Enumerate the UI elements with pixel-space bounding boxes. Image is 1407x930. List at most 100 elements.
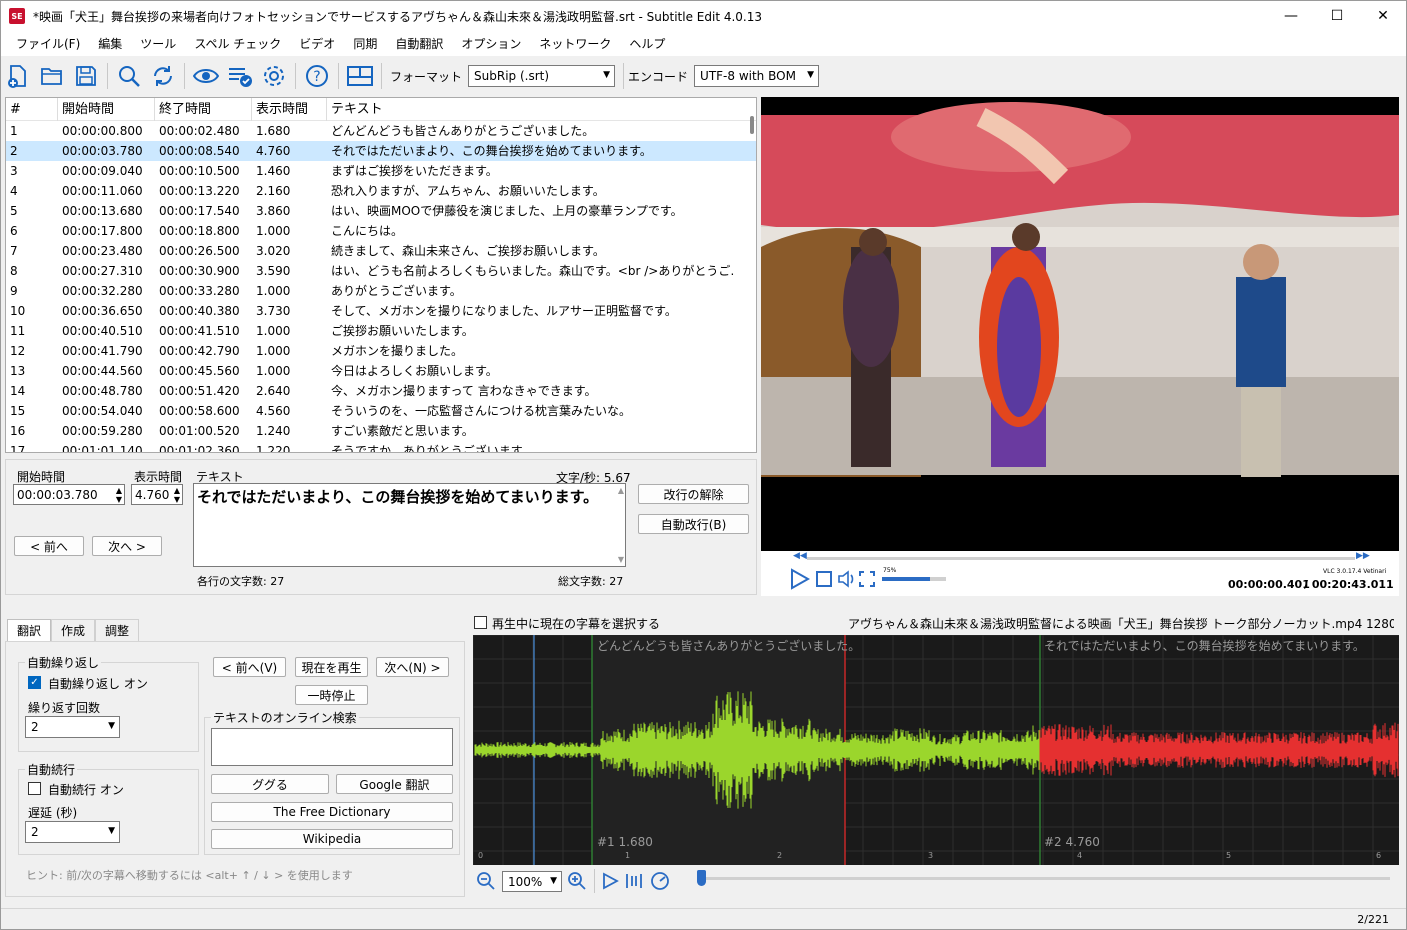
settings-icon[interactable] [261,63,287,89]
new-file-icon[interactable] [5,63,31,89]
auto-repeat-checkbox-label[interactable]: 自動繰り返し オン [48,675,148,692]
waveform-position-track[interactable] [697,877,1390,880]
menu-sync[interactable]: 同期 [344,35,386,52]
zoom-select[interactable]: 100% ▼ [502,871,562,892]
delay-select[interactable]: 2 ▼ [25,821,120,843]
open-folder-icon[interactable] [39,63,65,89]
scroll-up-icon[interactable]: ▲ [618,486,624,495]
volume-slider[interactable] [882,577,946,581]
visual-sync-icon[interactable] [193,63,219,89]
layout-icon[interactable] [347,63,373,89]
seek-back-icon[interactable]: ◀◀ [793,551,807,561]
table-row[interactable]: 16 00:00:59.280 00:01:00.520 1.240 すごい素敵だと思い… [6,421,756,441]
maximize-button[interactable]: ☐ [1314,1,1360,31]
search-icon[interactable] [116,63,142,89]
table-row[interactable]: 4 00:00:11.060 00:00:13.220 2.160 恐れ入りますが、アム… [6,181,756,201]
close-button[interactable]: ✕ [1360,1,1406,31]
audio-waveform[interactable]: どんどんどうも皆さんありがとうございました。 それではただいまより、この舞台挨拶… [473,635,1399,865]
column-header-end[interactable]: 終了時間 [155,98,252,121]
help-icon[interactable]: ? [304,63,330,89]
grid-scrollbar-thumb[interactable] [750,116,754,134]
speed-icon[interactable] [650,871,670,894]
translate-prev-button[interactable]: < 前へ(V) [213,657,286,677]
menu-options[interactable]: オプション [452,35,530,52]
table-row[interactable]: 5 00:00:13.680 00:00:17.540 3.860 はい、映画MOOで伊… [6,201,756,221]
prev-button[interactable]: < 前へ [14,536,84,556]
table-row[interactable]: 9 00:00:32.280 00:00:33.280 1.000 ありがとうございます… [6,281,756,301]
column-header-text[interactable]: テキスト [327,98,735,121]
fullscreen-icon[interactable] [859,571,875,590]
table-row[interactable]: 2 00:00:03.780 00:00:08.540 4.760 それではただいまより… [6,141,756,161]
table-row[interactable]: 12 00:00:41.790 00:00:42.790 1.000 メガホンを撮りまし… [6,341,756,361]
stop-icon[interactable] [816,571,832,590]
minimize-button[interactable]: — [1268,1,1314,31]
save-icon[interactable] [73,63,99,89]
waveform-position-thumb[interactable] [697,870,706,886]
menu-network[interactable]: ネットワーク [530,35,620,52]
next-button[interactable]: 次へ > [92,536,162,556]
translate-next-button[interactable]: 次へ(N) > [376,657,449,677]
tab-translate[interactable]: 翻訳 [7,619,52,641]
menu-edit[interactable]: 編集 [89,35,131,52]
table-row[interactable]: 3 00:00:09.040 00:00:10.500 1.460 まずはご挨拶をいただ… [6,161,756,181]
volume-icon[interactable] [837,570,857,591]
play-icon[interactable] [788,568,811,593]
column-header-duration[interactable]: 表示時間 [252,98,327,121]
auto-continue-checkbox-label[interactable]: 自動続行 オン [48,781,124,798]
spin-arrows-icon[interactable]: ▲ ▼ [174,486,180,504]
spell-check-icon[interactable] [227,63,253,89]
column-header-start[interactable]: 開始時間 [58,98,155,121]
menu-file[interactable]: ファイル(F) [7,35,89,52]
format-select[interactable]: SubRip (.srt) ▼ [468,65,616,87]
spin-arrows-icon[interactable]: ▲ ▼ [116,486,122,504]
wikipedia-button[interactable]: Wikipedia [211,829,453,849]
google-search-button[interactable]: ググる [211,774,329,794]
unbreak-button[interactable]: 改行の解除 [638,484,749,504]
scroll-down-icon[interactable]: ▼ [618,555,624,564]
free-dictionary-button[interactable]: The Free Dictionary [211,802,453,822]
cell-number: 2 [10,144,18,158]
table-row[interactable]: 13 00:00:44.560 00:00:45.560 1.000 今日はよろしくお願… [6,361,756,381]
subtitle-grid[interactable]: # 開始時間 終了時間 表示時間 テキスト 1 00:00:00.800 00:00… [5,97,757,453]
menu-tools[interactable]: ツール [131,35,185,52]
zoom-out-icon[interactable] [476,871,496,894]
encoding-select[interactable]: UTF-8 with BOM ▼ [694,65,820,87]
auto-repeat-checkbox[interactable]: ✓ [28,676,41,689]
menu-auto-translate[interactable]: 自動翻訳 [386,35,452,52]
table-row[interactable]: 11 00:00:40.510 00:00:41.510 1.000 ご挨拶お願いいたし… [6,321,756,341]
waveform-play-icon[interactable] [601,872,619,893]
video-seek-bar[interactable] [807,557,1355,560]
table-row[interactable]: 14 00:00:48.780 00:00:51.420 2.640 今、メガホン撮りま… [6,381,756,401]
search-text-input[interactable] [211,728,453,766]
waveform-pause-icon[interactable] [625,872,643,893]
menu-help[interactable]: ヘルプ [620,35,674,52]
replace-icon[interactable] [150,63,176,89]
duration-input[interactable]: 4.760 ▲ ▼ [131,484,183,505]
table-row[interactable]: 17 00:01:01.140 00:01:02.360 1.220 そうですか、ありが… [6,441,756,452]
select-during-playback-label[interactable]: 再生中に現在の字幕を選択する [492,615,660,632]
repeat-count-select[interactable]: 2 ▼ [25,716,120,738]
seek-forward-icon[interactable]: ▶▶ [1356,551,1370,561]
play-current-button[interactable]: 現在を再生 [295,657,368,677]
tab-create[interactable]: 作成 [51,619,96,641]
menu-video[interactable]: ビデオ [290,35,344,52]
column-header-number[interactable]: # [6,98,58,121]
tab-adjust[interactable]: 調整 [95,619,140,641]
auto-continue-checkbox[interactable] [28,782,41,795]
video-player[interactable] [761,97,1399,551]
menu-spellcheck[interactable]: スペル チェック [185,35,290,52]
zoom-in-icon[interactable] [567,871,587,894]
table-row[interactable]: 8 00:00:27.310 00:00:30.900 3.590 はい、どうも名前よろ… [6,261,756,281]
table-row[interactable]: 7 00:00:23.480 00:00:26.500 3.020 続きまして、森山未来… [6,241,756,261]
google-translate-button[interactable]: Google 翻訳 [336,774,453,794]
select-during-playback-checkbox[interactable] [474,616,487,629]
subtitle-text-editor[interactable]: それではただいまより、この舞台挨拶を始めてまいります。 ▲ ▼ [193,483,626,567]
pause-button[interactable]: 一時停止 [295,685,368,705]
start-time-input[interactable]: 00:00:03.780 ▲ ▼ [13,484,125,505]
table-row[interactable]: 1 00:00:00.800 00:00:02.480 1.680 どんどんどうも皆さん… [6,121,756,141]
table-row[interactable]: 15 00:00:54.040 00:00:58.600 4.560 そういうのを、一応… [6,401,756,421]
cell-start: 00:00:41.790 [62,344,143,358]
table-row[interactable]: 10 00:00:36.650 00:00:40.380 3.730 そして、メガホンを… [6,301,756,321]
auto-break-button[interactable]: 自動改行(B) [638,514,749,534]
table-row[interactable]: 6 00:00:17.800 00:00:18.800 1.000 こんにちは。 [6,221,756,241]
